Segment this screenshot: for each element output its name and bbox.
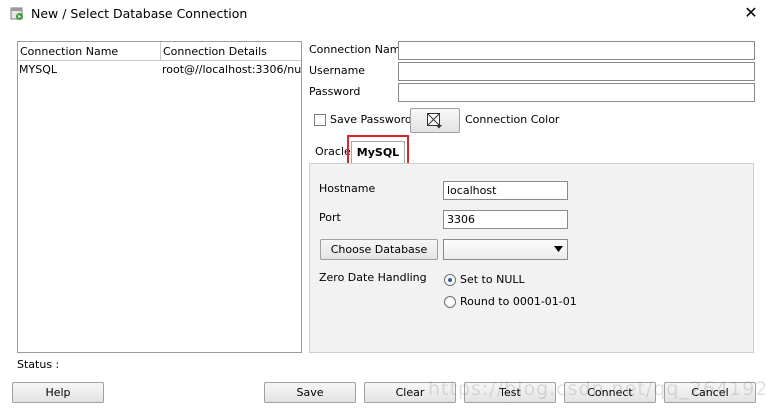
round-date-radio[interactable] bbox=[444, 296, 456, 308]
table-row[interactable]: MYSQL root@//localhost:3306/null bbox=[18, 61, 302, 79]
connection-name-cell: MYSQL bbox=[19, 63, 57, 76]
test-button[interactable]: Test bbox=[464, 382, 556, 403]
connection-details-cell: root@//localhost:3306/null bbox=[162, 63, 302, 76]
username-label: Username bbox=[309, 64, 366, 77]
round-date-label: Round to 0001-01-01 bbox=[460, 295, 577, 308]
close-button[interactable]: ✕ bbox=[739, 2, 763, 24]
new-connection-row-input[interactable] bbox=[19, 79, 301, 97]
help-button[interactable]: Help bbox=[12, 382, 104, 403]
color-picker-icon bbox=[427, 113, 442, 129]
save-password-checkbox[interactable] bbox=[314, 114, 326, 126]
connection-color-label: Connection Color bbox=[465, 113, 560, 126]
choose-database-label: Choose Database bbox=[330, 243, 428, 256]
cancel-button[interactable]: Cancel bbox=[664, 382, 756, 403]
password-label: Password bbox=[309, 85, 361, 98]
zero-date-handling-label: Zero Date Handling bbox=[319, 271, 427, 284]
save-button[interactable]: Save bbox=[264, 382, 356, 403]
status-label: Status : bbox=[17, 358, 60, 371]
save-password-label: Save Password bbox=[330, 113, 412, 126]
database-select[interactable] bbox=[443, 239, 568, 260]
connection-color-button[interactable] bbox=[410, 108, 460, 133]
title-bar: New / Select Database Connection ✕ bbox=[0, 0, 766, 28]
connection-name-input[interactable] bbox=[398, 41, 755, 60]
connection-name-label: Connection Name bbox=[309, 43, 408, 56]
port-label: Port bbox=[319, 211, 341, 224]
username-input[interactable] bbox=[398, 62, 755, 81]
window-title: New / Select Database Connection bbox=[31, 6, 248, 21]
close-icon: ✕ bbox=[744, 3, 758, 22]
column-header-connection-details[interactable]: Connection Details bbox=[161, 42, 301, 61]
connection-list[interactable]: Connection Name Connection Details MYSQL… bbox=[17, 41, 302, 353]
connect-button[interactable]: Connect bbox=[564, 382, 656, 403]
hostname-input[interactable] bbox=[443, 181, 568, 200]
column-header-connection-name[interactable]: Connection Name bbox=[18, 42, 161, 61]
port-input[interactable] bbox=[443, 210, 568, 229]
hostname-label: Hostname bbox=[319, 182, 376, 195]
clear-button[interactable]: Clear bbox=[364, 382, 456, 403]
password-input[interactable] bbox=[398, 83, 755, 102]
chevron-down-icon bbox=[554, 246, 563, 252]
choose-database-button[interactable]: Choose Database bbox=[320, 239, 438, 260]
tab-oracle[interactable]: Oracle bbox=[315, 145, 351, 158]
set-to-null-label: Set to NULL bbox=[460, 273, 525, 286]
set-to-null-radio[interactable] bbox=[444, 274, 456, 286]
database-connection-icon bbox=[10, 7, 23, 20]
